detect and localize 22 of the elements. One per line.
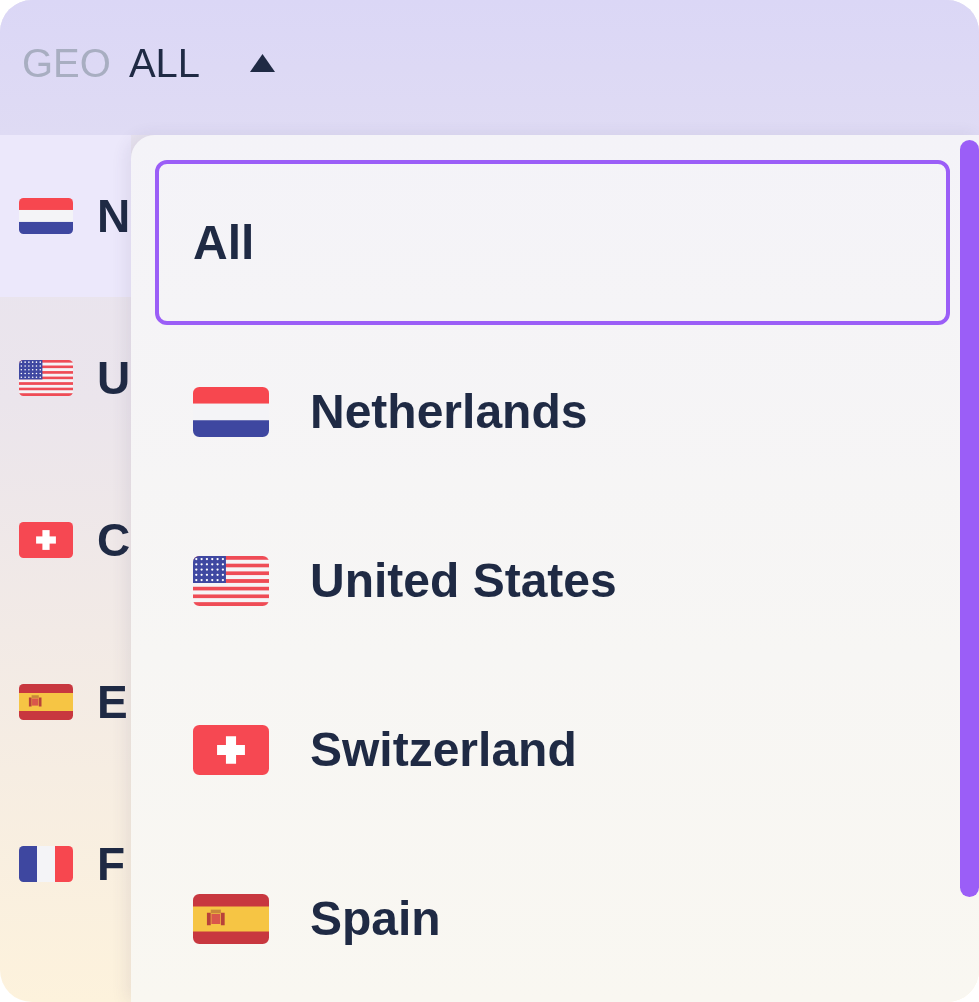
dropdown-option[interactable]: United States <box>155 498 950 663</box>
france-flag-icon <box>19 846 73 882</box>
netherlands-flag-icon <box>193 386 269 437</box>
dropdown-option[interactable]: Switzerland <box>155 667 950 832</box>
country-list-item[interactable]: U <box>0 297 131 459</box>
netherlands-flag-icon <box>19 198 73 234</box>
dropdown-option[interactable]: All <box>155 160 950 325</box>
spain-flag-icon <box>193 893 269 944</box>
country-list-item[interactable]: N <box>0 135 131 297</box>
caret-up-icon <box>250 53 276 72</box>
scrollbar-thumb[interactable] <box>960 140 979 897</box>
country-list-item[interactable]: F <box>0 783 131 945</box>
country-list-item[interactable]: E <box>0 621 131 783</box>
filter-dropdown-button[interactable]: ALL <box>128 42 276 83</box>
dropdown-option[interactable]: Netherlands <box>155 329 950 494</box>
dropdown-option[interactable]: Spain <box>155 836 950 1001</box>
swiss-flag-icon <box>19 522 73 558</box>
country-list-item[interactable]: C <box>0 459 131 621</box>
us-flag-icon <box>19 360 73 396</box>
us-flag-icon <box>193 555 269 606</box>
swiss-flag-icon <box>193 724 269 775</box>
spain-flag-icon <box>19 684 73 720</box>
